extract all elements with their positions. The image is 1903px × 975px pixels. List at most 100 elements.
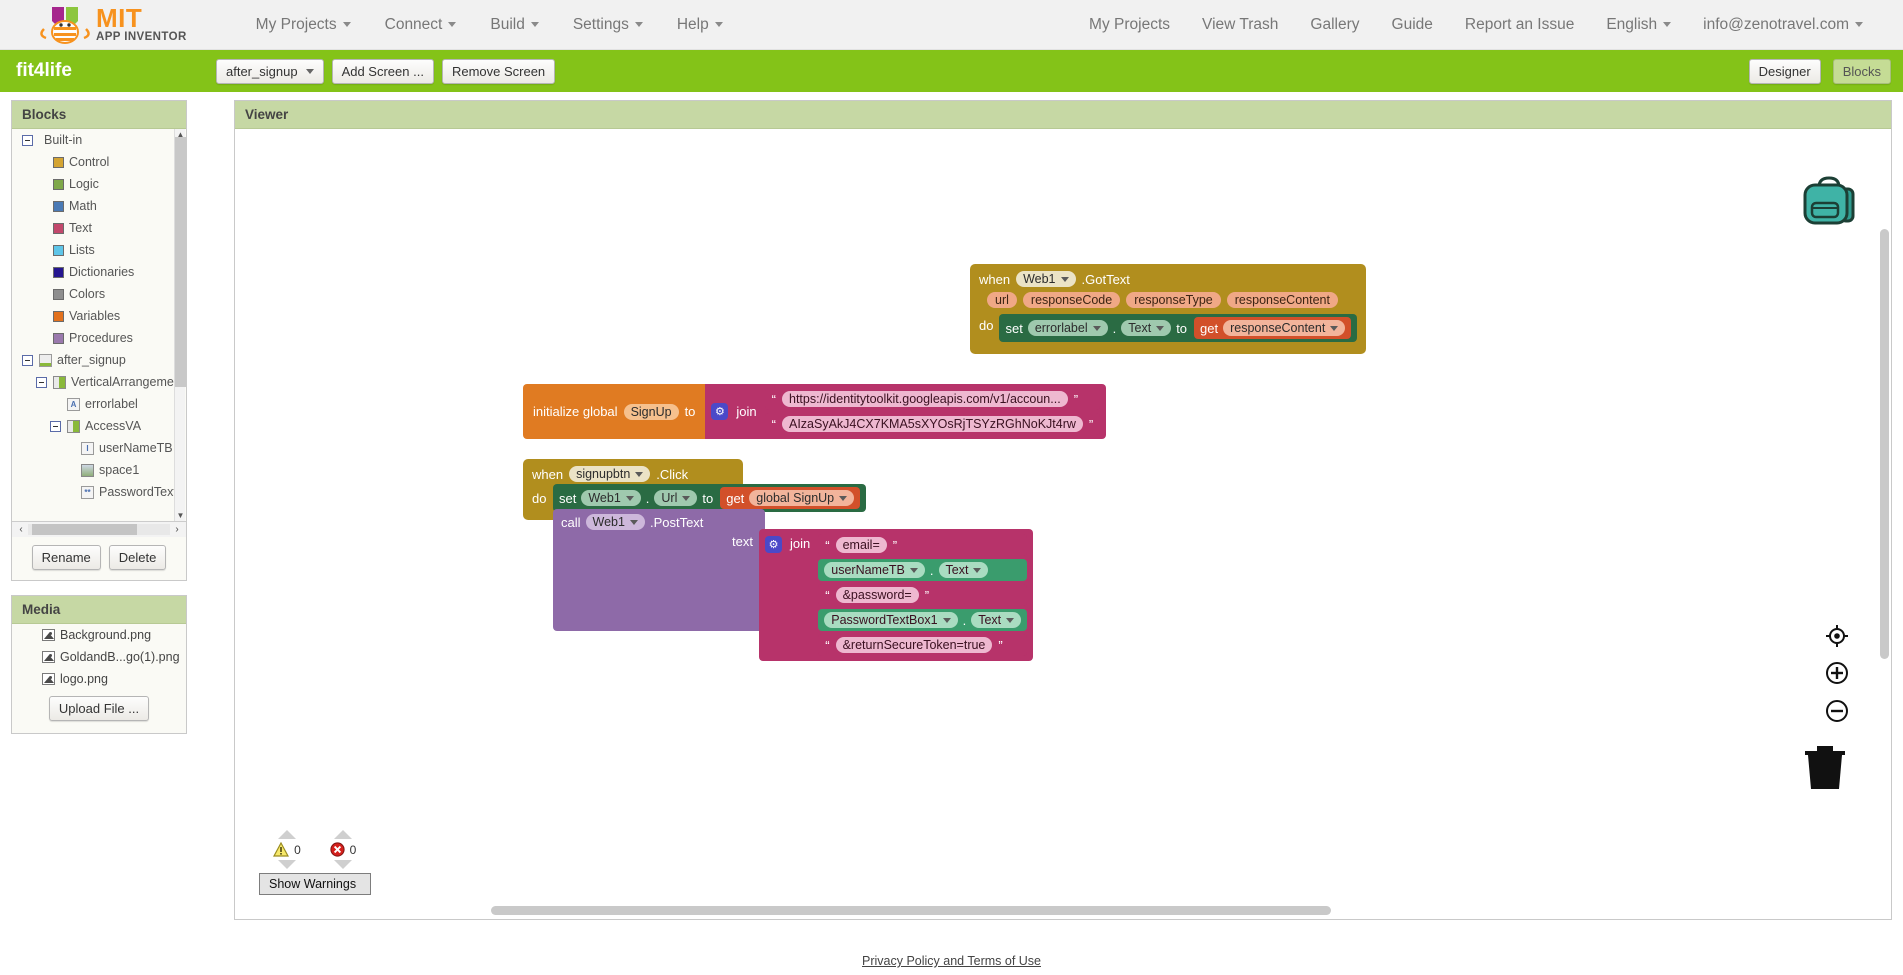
upload-file-button[interactable]: Upload File ... bbox=[48, 696, 150, 721]
zoom-out-icon[interactable] bbox=[1825, 699, 1849, 723]
block-when-web1-gottext[interactable]: when Web1 .GotText url responseCode resp… bbox=[970, 264, 1367, 354]
tree-expander-icon[interactable] bbox=[22, 134, 33, 146]
text-block-returnsecuretoken[interactable]: “ &returnSecureToken=true ” bbox=[818, 634, 1028, 656]
screen-selector-dropdown[interactable]: after_signup bbox=[216, 58, 324, 84]
scroll-left-icon[interactable]: ‹ bbox=[14, 522, 28, 537]
menu-my-projects[interactable]: My Projects bbox=[239, 16, 368, 34]
tree-item-lists[interactable]: Lists bbox=[12, 239, 176, 261]
errors-counter[interactable]: 0 bbox=[315, 830, 371, 869]
blocks-tree-vertical-scrollbar[interactable]: ▲ ▼ bbox=[174, 129, 186, 521]
warnings-counter[interactable]: 0 bbox=[259, 830, 315, 869]
component-dropdown-errorlabel[interactable]: errorlabel bbox=[1027, 320, 1108, 336]
link-gallery[interactable]: Gallery bbox=[1294, 16, 1375, 34]
backpack-icon[interactable] bbox=[1795, 171, 1863, 229]
tree-item-accessva[interactable]: AccessVA bbox=[12, 415, 176, 437]
mit-app-inventor-logo[interactable]: MIT APP INVENTOR bbox=[38, 5, 187, 45]
link-my-projects[interactable]: My Projects bbox=[1073, 16, 1186, 34]
block-get-usernametb-text[interactable]: userNameTB . Text bbox=[818, 559, 1028, 581]
error-up-arrow-icon[interactable] bbox=[334, 830, 352, 839]
tree-expander-icon[interactable] bbox=[50, 420, 61, 432]
component-dropdown-signupbtn[interactable]: signupbtn bbox=[569, 466, 651, 482]
variable-dropdown-global-signup[interactable]: global SignUp bbox=[749, 490, 855, 506]
menu-connect[interactable]: Connect bbox=[368, 16, 474, 34]
variable-dropdown-responsecontent[interactable]: responseContent bbox=[1223, 320, 1346, 336]
tree-item-dictionaries[interactable]: Dictionaries bbox=[12, 261, 176, 283]
block-get-global-signup[interactable]: get global SignUp bbox=[720, 487, 861, 509]
tree-item-errorlabel[interactable]: Aerrorlabel bbox=[12, 393, 176, 415]
block-set-web1-url[interactable]: set Web1 . Url to get global SignUp bbox=[553, 484, 867, 512]
event-param-url[interactable]: url bbox=[987, 292, 1017, 308]
add-screen-button[interactable]: Add Screen ... bbox=[331, 58, 434, 84]
block-initialize-global-signup[interactable]: initialize global SignUp to ⚙ join “ htt… bbox=[523, 384, 1107, 439]
tree-item-after-signup[interactable]: after_signup bbox=[12, 349, 176, 371]
component-dropdown-web1[interactable]: Web1 bbox=[581, 490, 641, 506]
scroll-thumb[interactable] bbox=[175, 137, 186, 387]
media-file-item[interactable]: Background.png bbox=[12, 624, 186, 646]
media-file-item[interactable]: GoldandB...go(1).png bbox=[12, 646, 186, 668]
tree-item-colors[interactable]: Colors bbox=[12, 283, 176, 305]
show-warnings-button[interactable]: Show Warnings bbox=[259, 873, 371, 895]
blocks-toggle-button[interactable]: Blocks bbox=[1832, 58, 1891, 84]
tree-item-variables[interactable]: Variables bbox=[12, 305, 176, 327]
link-guide[interactable]: Guide bbox=[1376, 16, 1449, 34]
event-param-responsecode[interactable]: responseCode bbox=[1022, 292, 1121, 308]
designer-toggle-button[interactable]: Designer bbox=[1748, 58, 1821, 84]
component-dropdown-web1[interactable]: Web1 bbox=[585, 514, 645, 530]
block-join-posttext[interactable]: ⚙ join “ email= ” userNameTB . Text “ &p… bbox=[759, 529, 1034, 661]
property-dropdown-text[interactable]: Text bbox=[971, 612, 1022, 628]
tree-item-logic[interactable]: Logic bbox=[12, 173, 176, 195]
menu-settings[interactable]: Settings bbox=[556, 16, 660, 34]
user-account-menu[interactable]: info@zenotravel.com bbox=[1687, 16, 1879, 34]
tree-item-math[interactable]: Math bbox=[12, 195, 176, 217]
component-dropdown-passwordtextbox1[interactable]: PasswordTextBox1 bbox=[824, 612, 958, 628]
text-value-apikey[interactable]: AIzaSyAkJ4CX7KMA5sXYOsRjTSYzRGhNoKJt4rw bbox=[782, 416, 1083, 432]
scroll-right-icon[interactable]: › bbox=[170, 522, 184, 537]
blocks-tree-horizontal-scrollbar[interactable]: ‹ › bbox=[12, 521, 186, 537]
warning-up-arrow-icon[interactable] bbox=[278, 830, 296, 839]
block-set-errorlabel-text[interactable]: set errorlabel . Text to get responseCon… bbox=[999, 314, 1358, 342]
block-get-responsecontent[interactable]: get responseContent bbox=[1194, 317, 1352, 339]
tree-expander-icon[interactable] bbox=[22, 354, 33, 366]
event-param-responsetype[interactable]: responseType bbox=[1126, 292, 1221, 308]
tree-item-built-in[interactable]: Built-in bbox=[12, 129, 176, 151]
text-block-url[interactable]: “ https://identitytoolkit.googleapis.com… bbox=[764, 388, 1101, 410]
zoom-in-icon[interactable] bbox=[1825, 661, 1849, 685]
property-dropdown-text[interactable]: Text bbox=[1121, 320, 1172, 336]
block-join-url[interactable]: ⚙ join “ https://identitytoolkit.googlea… bbox=[705, 384, 1107, 439]
center-workspace-icon[interactable] bbox=[1825, 624, 1849, 648]
block-get-passwordtextbox1-text[interactable]: PasswordTextBox1 . Text bbox=[818, 609, 1028, 631]
menu-build[interactable]: Build bbox=[473, 16, 555, 34]
tree-item-space1[interactable]: space1 bbox=[12, 459, 176, 481]
error-down-arrow-icon[interactable] bbox=[334, 860, 352, 869]
text-value-email[interactable]: email= bbox=[835, 537, 887, 553]
event-param-responsecontent[interactable]: responseContent bbox=[1226, 292, 1338, 308]
text-block-password-param[interactable]: “ &password= ” bbox=[818, 584, 1028, 606]
blocks-canvas[interactable]: when Web1 .GotText url responseCode resp… bbox=[235, 129, 1891, 919]
tree-item-text[interactable]: Text bbox=[12, 217, 176, 239]
text-value-returnsecuretoken[interactable]: &returnSecureToken=true bbox=[835, 637, 993, 653]
text-block-apikey[interactable]: “ AIzaSyAkJ4CX7KMA5sXYOsRjTSYzRGhNoKJt4r… bbox=[764, 413, 1101, 435]
link-view-trash[interactable]: View Trash bbox=[1186, 16, 1294, 34]
component-dropdown-web1[interactable]: Web1 bbox=[1016, 271, 1076, 287]
text-value-url[interactable]: https://identitytoolkit.googleapis.com/v… bbox=[782, 391, 1068, 407]
mutator-gear-icon[interactable]: ⚙ bbox=[711, 403, 729, 420]
property-dropdown-text[interactable]: Text bbox=[938, 562, 989, 578]
delete-button[interactable]: Delete bbox=[108, 545, 167, 570]
language-selector[interactable]: English bbox=[1590, 16, 1687, 34]
link-report-an-issue[interactable]: Report an Issue bbox=[1449, 16, 1590, 34]
media-file-item[interactable]: logo.png bbox=[12, 668, 186, 690]
tree-item-control[interactable]: Control bbox=[12, 151, 176, 173]
trash-icon[interactable] bbox=[1803, 741, 1847, 791]
component-dropdown-usernametb[interactable]: userNameTB bbox=[824, 562, 925, 578]
tree-item-usernametb[interactable]: IuserNameTB bbox=[12, 437, 176, 459]
privacy-policy-link[interactable]: Privacy Policy and Terms of Use bbox=[862, 954, 1041, 968]
property-dropdown-url[interactable]: Url bbox=[654, 490, 698, 506]
remove-screen-button[interactable]: Remove Screen bbox=[441, 58, 556, 84]
text-block-email-param[interactable]: “ email= ” bbox=[818, 534, 1028, 556]
warning-down-arrow-icon[interactable] bbox=[278, 860, 296, 869]
scroll-track[interactable] bbox=[28, 524, 170, 535]
tree-item-procedures[interactable]: Procedures bbox=[12, 327, 176, 349]
menu-help[interactable]: Help bbox=[660, 16, 740, 34]
text-value-password[interactable]: &password= bbox=[835, 587, 919, 603]
canvas-horizontal-scrollbar[interactable] bbox=[491, 906, 1331, 915]
